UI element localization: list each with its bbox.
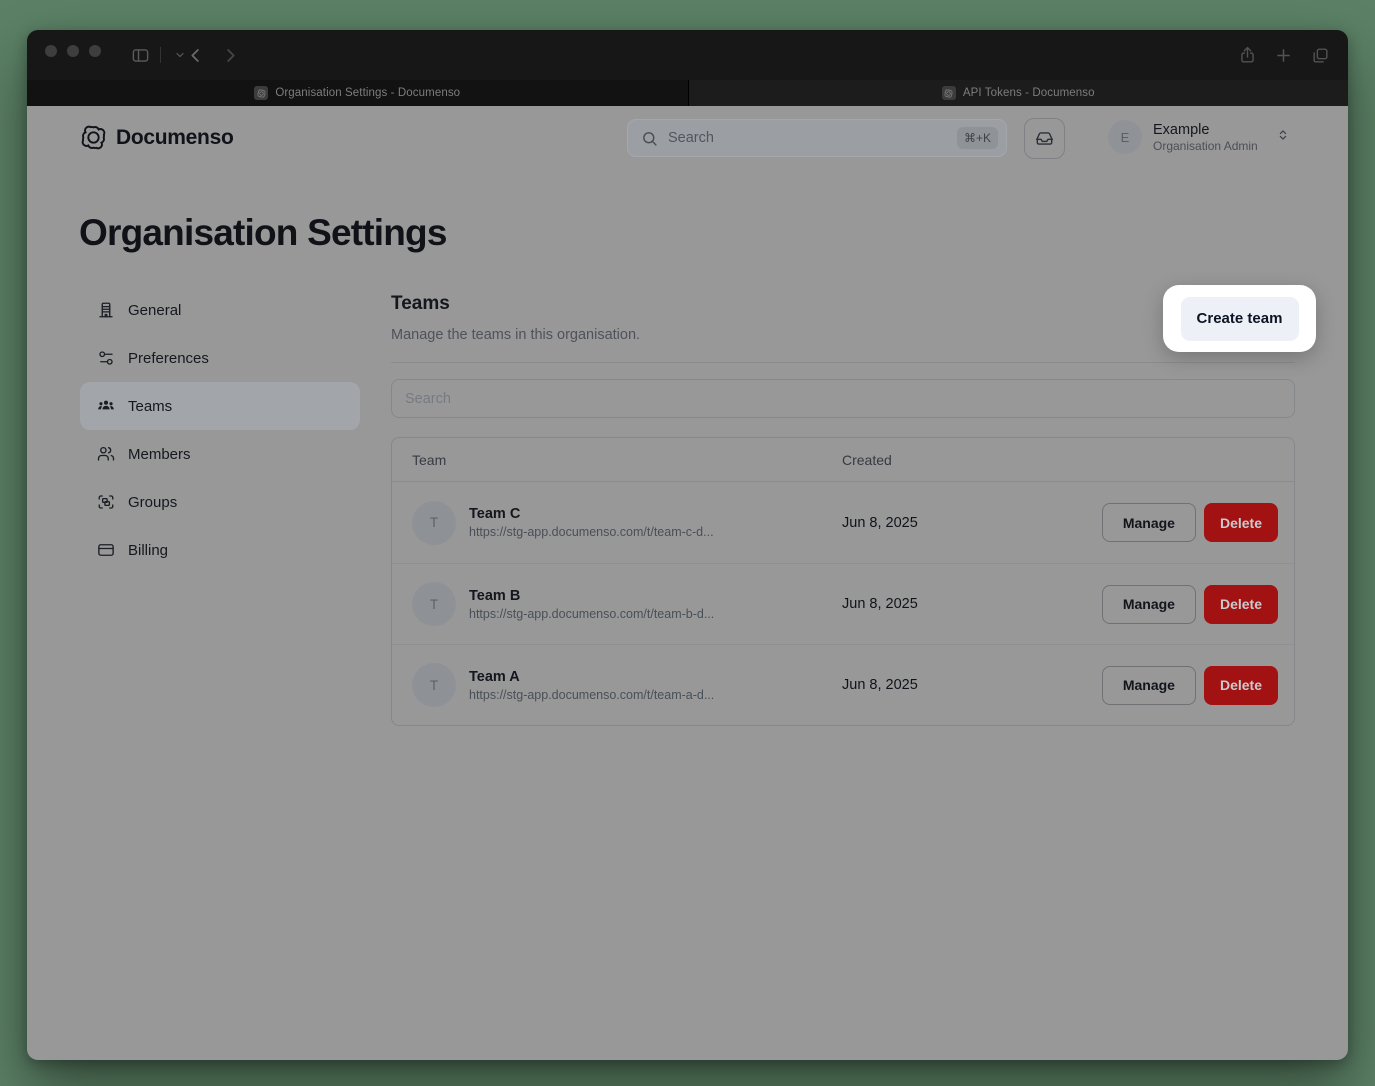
search-icon [641, 130, 658, 147]
page-content: Documenso ⌘+K E Example Organisation Adm… [27, 106, 1348, 1060]
sidebar-item-label: Members [128, 446, 191, 463]
sidebar-item-label: General [128, 302, 181, 319]
documenso-favicon [254, 86, 268, 100]
tab-title: API Tokens - Documenso [963, 87, 1095, 99]
delete-button[interactable]: Delete [1204, 503, 1278, 542]
zoom-window-icon[interactable] [89, 45, 101, 57]
inbox-icon [1035, 129, 1054, 148]
tab-title: Organisation Settings - Documenso [275, 87, 460, 99]
teams-table: Team Created T Team C https://stg-app.do… [391, 437, 1295, 726]
sidebar-item-label: Groups [128, 494, 177, 511]
global-search-input[interactable] [668, 130, 957, 146]
create-team-spotlight: Create team [1163, 285, 1316, 352]
tab-overview-icon[interactable] [1305, 40, 1335, 70]
sidebar-item-label: Preferences [128, 350, 209, 367]
manage-button[interactable]: Manage [1102, 503, 1196, 542]
credit-card-icon [97, 541, 115, 559]
column-header-created: Created [842, 452, 892, 468]
teams-search-input[interactable] [391, 379, 1295, 418]
new-tab-icon[interactable] [1268, 40, 1298, 70]
sidebar-item-label: Billing [128, 542, 168, 559]
user-menu[interactable]: E Example Organisation Admin [1108, 120, 1290, 154]
sidebar-item-general[interactable]: General [80, 286, 360, 334]
page-title: Organisation Settings [79, 212, 447, 254]
column-header-team: Team [392, 452, 842, 468]
user-name: Example [1153, 122, 1258, 138]
team-avatar: T [412, 582, 456, 626]
team-created-date: Jun 8, 2025 [842, 515, 1088, 531]
forward-icon[interactable] [215, 40, 245, 70]
table-header: Team Created [392, 438, 1294, 482]
manage-button[interactable]: Manage [1102, 585, 1196, 624]
panel-divider [391, 362, 1295, 363]
create-team-button[interactable]: Create team [1181, 297, 1299, 341]
team-created-date: Jun 8, 2025 [842, 596, 1088, 612]
building-icon [97, 301, 115, 319]
sidebar-item-members[interactable]: Members [80, 430, 360, 478]
sidebar-item-label: Teams [128, 398, 172, 415]
documenso-favicon [942, 86, 956, 100]
group-brackets-icon [97, 493, 115, 511]
global-search[interactable]: ⌘+K [627, 119, 1007, 157]
table-row: T Team B https://stg-app.documenso.com/t… [392, 563, 1294, 644]
team-name: Team A [469, 669, 714, 685]
team-name: Team C [469, 506, 714, 522]
tab-strip: Organisation Settings - Documenso API To… [27, 80, 1348, 106]
browser-titlebar [27, 30, 1348, 80]
team-avatar: T [412, 663, 456, 707]
desktop: { "window": { "tabs": [ { "label": "Orga… [0, 0, 1375, 1086]
team-name: Team B [469, 588, 714, 604]
toolbar-divider [160, 47, 161, 63]
browser-window: Organisation Settings - Documenso API To… [27, 30, 1348, 1060]
panel-description: Manage the teams in this organisation. [391, 327, 640, 343]
traffic-lights[interactable] [45, 45, 101, 57]
share-icon[interactable] [1232, 40, 1262, 70]
panel-heading: Teams [391, 293, 450, 315]
documenso-logo[interactable]: Documenso [80, 124, 234, 151]
inbox-button[interactable] [1024, 118, 1065, 159]
keyboard-shortcut-badge: ⌘+K [957, 127, 998, 149]
team-avatar: T [412, 501, 456, 545]
user-role: Organisation Admin [1153, 139, 1258, 153]
tab-organisation-settings[interactable]: Organisation Settings - Documenso [27, 80, 688, 106]
settings-nav: General Preferences Teams Members Groups… [80, 286, 360, 574]
users-group-icon [97, 397, 115, 415]
sidebar-item-billing[interactable]: Billing [80, 526, 360, 574]
brand-name: Documenso [116, 126, 234, 150]
delete-button[interactable]: Delete [1204, 666, 1278, 705]
sidebar-toggle-icon[interactable] [125, 40, 155, 70]
team-url: https://stg-app.documenso.com/t/team-a-d… [469, 688, 714, 702]
sidebar-item-teams[interactable]: Teams [80, 382, 360, 430]
table-row: T Team A https://stg-app.documenso.com/t… [392, 644, 1294, 725]
team-url: https://stg-app.documenso.com/t/team-b-d… [469, 607, 714, 621]
sliders-icon [97, 349, 115, 367]
sidebar-item-preferences[interactable]: Preferences [80, 334, 360, 382]
table-row: T Team C https://stg-app.documenso.com/t… [392, 482, 1294, 563]
minimize-window-icon[interactable] [67, 45, 79, 57]
back-icon[interactable] [180, 40, 210, 70]
users-icon [97, 445, 115, 463]
team-url: https://stg-app.documenso.com/t/team-c-d… [469, 525, 714, 539]
team-created-date: Jun 8, 2025 [842, 677, 1088, 693]
sidebar-item-groups[interactable]: Groups [80, 478, 360, 526]
avatar: E [1108, 120, 1142, 154]
manage-button[interactable]: Manage [1102, 666, 1196, 705]
delete-button[interactable]: Delete [1204, 585, 1278, 624]
close-window-icon[interactable] [45, 45, 57, 57]
documenso-seal-icon [80, 124, 107, 151]
chevrons-up-down-icon [1276, 128, 1290, 147]
tab-api-tokens[interactable]: API Tokens - Documenso [688, 80, 1349, 106]
